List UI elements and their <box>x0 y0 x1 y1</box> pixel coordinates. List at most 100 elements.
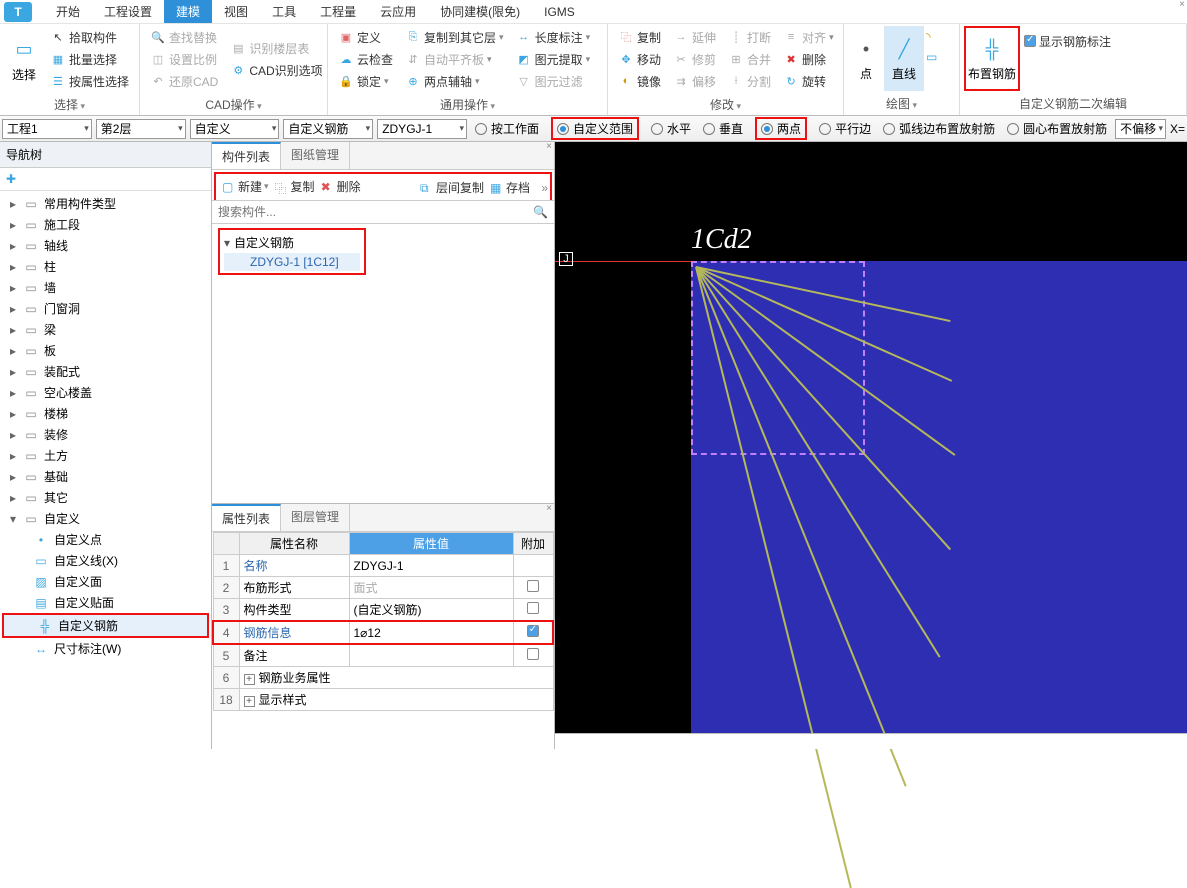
tree-item[interactable]: ▸▭梁 <box>0 319 211 340</box>
batch-select[interactable]: ▦批量选择 <box>46 48 133 70</box>
drawing-canvas[interactable]: J 1Cd2 <box>555 142 1187 749</box>
tree-item[interactable]: ▸▭楼梯 <box>0 403 211 424</box>
delete-cmd[interactable]: ✖删除 <box>779 48 838 70</box>
search-input[interactable] <box>212 201 554 224</box>
prop-value[interactable]: 面式 <box>349 577 513 599</box>
tree-item[interactable]: ▸▭装配式 <box>0 361 211 382</box>
tree-item[interactable]: ▸▭门窗洞 <box>0 298 211 319</box>
rect-icon[interactable]: ▭ <box>926 50 937 64</box>
expand-icon[interactable]: + <box>244 696 255 707</box>
radio-parallel[interactable]: 平行边 <box>819 120 871 137</box>
clist-item[interactable]: ZDYGJ-1 [1C12] <box>224 253 360 271</box>
prop-value[interactable] <box>349 644 513 667</box>
tree-item[interactable]: ▸▭空心楼盖 <box>0 382 211 403</box>
trim-cmd[interactable]: ✂修剪 <box>669 48 720 70</box>
tree-item[interactable]: ▸▭基础 <box>0 466 211 487</box>
modify-group-label[interactable]: 修改 <box>710 98 741 112</box>
select-button[interactable]: ▭ 选择 <box>4 26 44 92</box>
extend-cmd[interactable]: →延伸 <box>669 26 720 48</box>
offset-cmd[interactable]: ⇉偏移 <box>669 70 720 92</box>
menu-model[interactable]: 建模 <box>164 0 212 23</box>
lock-button[interactable]: 🔒锁定 <box>334 70 397 92</box>
checkbox[interactable] <box>527 602 539 614</box>
menu-qty[interactable]: 工程量 <box>308 0 368 23</box>
merge-cmd[interactable]: ⊞合并 <box>724 48 775 70</box>
tree-sub-rebar[interactable]: ╬自定义钢筋 <box>2 613 209 638</box>
move-cmd[interactable]: ✥移动 <box>614 48 665 70</box>
break-cmd[interactable]: ┊打断 <box>724 26 775 48</box>
tree-item[interactable]: ▸▭装修 <box>0 424 211 445</box>
tab-component-list[interactable]: 构件列表 <box>212 142 281 169</box>
tree-item[interactable]: ▸▭土方 <box>0 445 211 466</box>
select-group-label[interactable]: 选择 <box>54 98 85 112</box>
search-icon[interactable]: 🔍 <box>533 205 548 219</box>
show-rebar-dim[interactable]: 显示钢筋标注 <box>1020 30 1115 52</box>
find-replace[interactable]: 🔍查找替换 <box>146 26 222 48</box>
pick-element[interactable]: ↖拾取构件 <box>46 26 133 48</box>
combo-floor[interactable]: 第2层▾ <box>96 119 186 139</box>
tree-item[interactable]: ▸▭施工段 <box>0 214 211 235</box>
place-rebar-button[interactable]: ╬ 布置钢筋 <box>964 26 1020 91</box>
prop-name[interactable]: 名称 <box>239 555 349 577</box>
add-icon[interactable]: ✚ <box>6 172 16 186</box>
radio-custom-range[interactable]: 自定义范围 <box>551 117 639 140</box>
layer-copy-button[interactable]: ⧉层间复制 <box>420 179 484 196</box>
menu-tool[interactable]: 工具 <box>260 0 308 23</box>
restore-cad[interactable]: ↶还原CAD <box>146 70 222 92</box>
close-icon[interactable]: × <box>546 141 552 152</box>
close-icon[interactable]: × <box>546 503 552 514</box>
radio-workface[interactable]: 按工作面 <box>475 120 539 137</box>
radio-center-radial[interactable]: 圆心布置放射筋 <box>1007 120 1107 137</box>
menu-cloud[interactable]: 云应用 <box>368 0 428 23</box>
combo-component[interactable]: ZDYGJ-1▾ <box>377 119 467 139</box>
identify-floors[interactable]: ▤识别楼层表 <box>226 37 326 59</box>
tab-properties[interactable]: 属性列表 <box>212 504 281 531</box>
prop-value[interactable]: ZDYGJ-1 <box>349 555 513 577</box>
tab-drawing-mgmt[interactable]: 图纸管理 <box>281 142 350 169</box>
tree-item[interactable]: ▸▭柱 <box>0 256 211 277</box>
archive-button[interactable]: ▦存档 <box>490 179 530 196</box>
checkbox-icon[interactable] <box>1024 35 1036 47</box>
close-icon[interactable]: × <box>1179 0 1185 10</box>
radio-two-point[interactable]: 两点 <box>755 117 807 140</box>
prop-value[interactable]: 1⌀12 <box>349 621 513 644</box>
checkbox[interactable] <box>527 580 539 592</box>
checkbox[interactable] <box>527 648 539 660</box>
prop-value[interactable]: (自定义钢筋) <box>349 599 513 622</box>
set-scale[interactable]: ◫设置比例 <box>146 48 222 70</box>
prop-group[interactable]: +钢筋业务属性 <box>239 667 553 689</box>
tree-item[interactable]: ▸▭板 <box>0 340 211 361</box>
combo-category[interactable]: 自定义▾ <box>190 119 280 139</box>
copy-cmd[interactable]: ⿻复制 <box>614 26 665 48</box>
two-point-axis[interactable]: ⊕两点辅轴 <box>401 70 508 92</box>
tab-layer-mgmt[interactable]: 图层管理 <box>281 504 350 531</box>
prop-group[interactable]: +显示样式 <box>239 689 553 711</box>
more-icon[interactable]: » <box>541 181 548 195</box>
cad-group-label[interactable]: CAD操作 <box>205 98 261 112</box>
auto-align[interactable]: ⇵自动平齐板 <box>401 48 508 70</box>
menu-start[interactable]: 开始 <box>44 0 92 23</box>
draw-group-label[interactable]: 绘图 <box>886 97 917 111</box>
tree-sub-line[interactable]: ▭自定义线(X) <box>0 550 211 571</box>
rotate-cmd[interactable]: ↻旋转 <box>779 70 838 92</box>
filter-elem[interactable]: ▽图元过滤 <box>512 70 595 92</box>
tree-sub-face[interactable]: ▨自定义面 <box>0 571 211 592</box>
radio-horiz[interactable]: 水平 <box>651 120 691 137</box>
define-button[interactable]: ▣定义 <box>334 26 397 48</box>
combo-type[interactable]: 自定义钢筋▾ <box>283 119 373 139</box>
combo-project[interactable]: 工程1▾ <box>2 119 92 139</box>
split-cmd[interactable]: ⟊分割 <box>724 70 775 92</box>
tree-item-custom[interactable]: ▾▭自定义 <box>0 508 211 529</box>
mirror-cmd[interactable]: ◐镜像 <box>614 70 665 92</box>
combo-offset[interactable]: 不偏移▾ <box>1115 119 1166 139</box>
prop-rebar-info[interactable]: 钢筋信息 <box>239 621 349 644</box>
align-cmd[interactable]: ≡对齐 <box>779 26 838 48</box>
tree-sub-dim[interactable]: ↔尺寸标注(W) <box>0 638 211 659</box>
tree-item[interactable]: ▸▭常用构件类型 <box>0 193 211 214</box>
tree-item[interactable]: ▸▭墙 <box>0 277 211 298</box>
extract-elem[interactable]: ◩图元提取 <box>512 48 595 70</box>
prop-select[interactable]: ☰按属性选择 <box>46 70 133 92</box>
common-ops-label[interactable]: 通用操作 <box>440 98 495 112</box>
cad-options[interactable]: ⚙CAD识别选项 <box>226 59 326 81</box>
checkbox[interactable] <box>527 625 539 637</box>
